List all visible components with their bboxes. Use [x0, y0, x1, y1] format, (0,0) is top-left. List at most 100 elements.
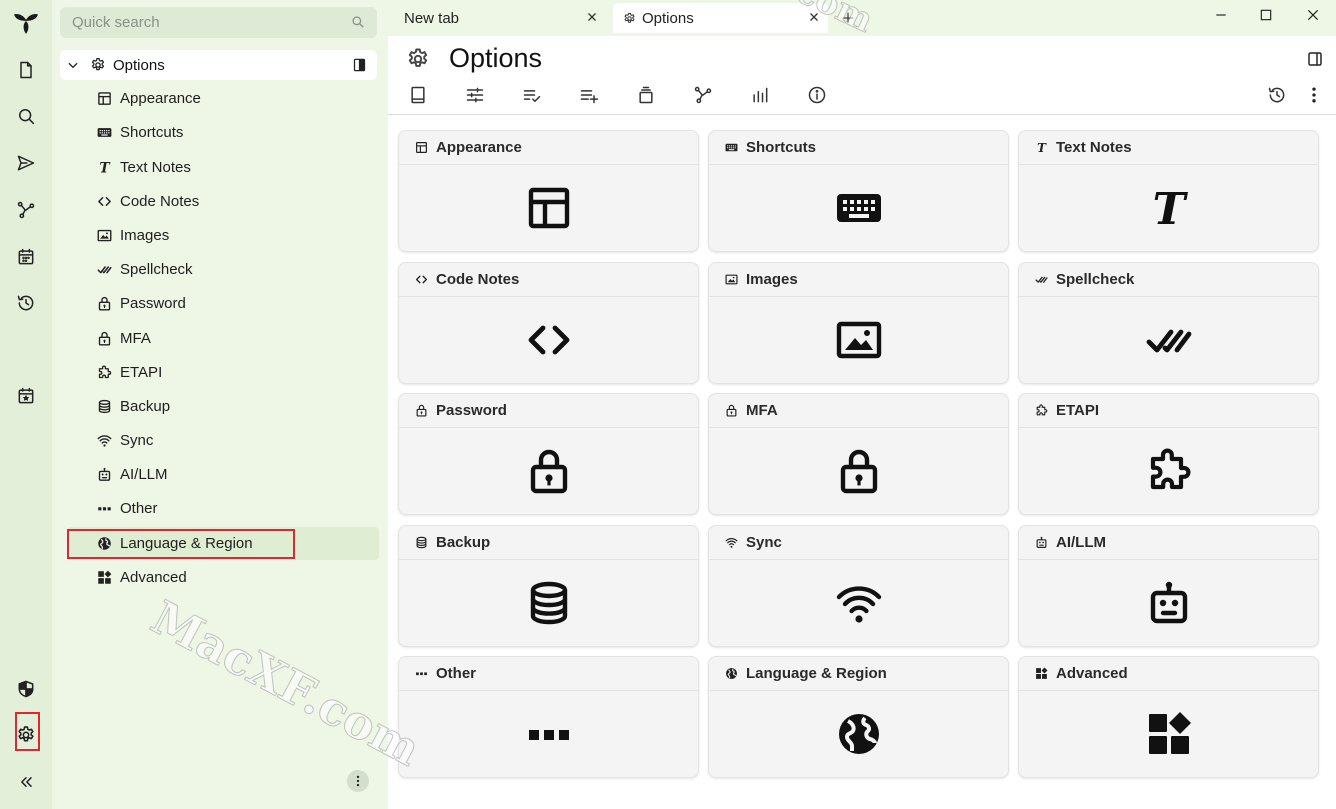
image-icon [724, 273, 738, 287]
app-logo-icon[interactable] [11, 8, 41, 38]
tree-item-label: MFA [120, 329, 151, 347]
note-map-icon[interactable] [11, 195, 41, 225]
tree-item[interactable]: Advanced [96, 564, 187, 590]
database-icon [524, 578, 574, 628]
tree-item[interactable]: MFA [96, 325, 151, 351]
new-note-icon[interactable] [11, 55, 41, 85]
close-tab-icon[interactable] [808, 11, 820, 23]
option-card-header: ETAPI [1019, 394, 1318, 428]
tree-item[interactable]: Spellcheck [96, 256, 193, 282]
history-icon[interactable] [11, 288, 41, 318]
tree-item[interactable]: Images [96, 222, 169, 248]
maximize-icon[interactable] [1259, 8, 1273, 22]
chevron-down-icon[interactable] [66, 58, 80, 72]
option-card-title: Images [746, 271, 798, 288]
list-add-icon[interactable] [578, 84, 600, 106]
option-card[interactable]: Backup [398, 525, 699, 647]
tree-item[interactable]: Other [96, 495, 158, 521]
option-card-header: Other [399, 657, 698, 691]
tree-item[interactable]: Sync [96, 427, 153, 453]
tree-item[interactable]: Backup [96, 393, 170, 419]
page-gear-icon [406, 47, 430, 71]
settings-highlight [15, 712, 40, 751]
book-icon[interactable] [407, 84, 429, 106]
more-options-icon[interactable] [1303, 84, 1325, 106]
revision-history-icon[interactable] [1266, 84, 1288, 106]
close-window-icon[interactable] [1306, 8, 1320, 22]
sliders-icon[interactable] [464, 84, 486, 106]
option-card[interactable]: MFA [708, 393, 1009, 515]
widgets-icon [1144, 709, 1194, 759]
today-icon[interactable] [11, 381, 41, 411]
option-card[interactable]: Sync [708, 525, 1009, 647]
tree-root-label: Options [113, 56, 165, 74]
tree-item-label: ETAPI [120, 363, 163, 381]
archive-icon[interactable] [635, 84, 657, 106]
tree-item[interactable]: Shortcuts [96, 119, 183, 145]
tree-item[interactable]: AI/LLM [96, 461, 168, 487]
option-card[interactable]: Password [398, 393, 699, 515]
option-card[interactable]: AI/LLM [1018, 525, 1319, 647]
bar-chart-icon[interactable] [749, 84, 771, 106]
search-icon[interactable] [11, 101, 41, 131]
lock-icon [834, 446, 884, 496]
option-card[interactable]: Shortcuts [708, 130, 1009, 252]
option-card[interactable]: Code Notes [398, 262, 699, 384]
option-card[interactable]: Images [708, 262, 1009, 384]
tree-item-label: Advanced [120, 568, 187, 586]
graph-icon[interactable] [692, 84, 714, 106]
close-tab-icon[interactable] [586, 11, 598, 23]
collapse-sidebar-icon[interactable] [11, 767, 41, 797]
tree-item[interactable]: Appearance [96, 85, 201, 111]
option-card-title: Language & Region [746, 665, 887, 682]
text-icon [96, 159, 112, 175]
option-card-header: Password [399, 394, 698, 428]
option-card[interactable]: Advanced [1018, 656, 1319, 778]
option-card[interactable]: Spellcheck [1018, 262, 1319, 384]
option-card[interactable]: Other [398, 656, 699, 778]
tree-item[interactable]: Code Notes [96, 188, 199, 214]
puzzle-icon [96, 364, 112, 380]
lock-icon [96, 295, 112, 311]
option-card-title: Code Notes [436, 271, 520, 288]
puzzle-icon [1034, 404, 1048, 418]
option-card[interactable]: Appearance [398, 130, 699, 252]
quick-search-input[interactable]: Quick search [60, 7, 377, 38]
keyboard-icon [96, 124, 112, 140]
info-icon[interactable] [806, 84, 828, 106]
send-icon[interactable] [11, 148, 41, 178]
tree-item-label: Sync [120, 431, 154, 449]
minimize-icon[interactable] [1214, 8, 1228, 22]
tree-item-label: Spellcheck [120, 260, 193, 278]
option-card-title: Shortcuts [746, 139, 817, 156]
tab-options[interactable]: Options [613, 3, 828, 33]
robot-icon [1034, 536, 1048, 550]
shield-icon[interactable] [11, 674, 41, 704]
search-icon [352, 16, 364, 28]
tree-item[interactable]: Password [96, 290, 186, 316]
option-card[interactable]: Language & Region [708, 656, 1009, 778]
book-icon[interactable] [352, 57, 367, 73]
tab-label: Options [642, 9, 694, 27]
option-card-header: MFA [709, 394, 1008, 428]
tree-item[interactable]: Text Notes [96, 154, 191, 180]
calendar-icon[interactable] [11, 242, 41, 272]
tab-new-tab[interactable]: New tab [396, 3, 606, 33]
tree-item[interactable]: ETAPI [96, 359, 162, 385]
tree-root-options[interactable]: Options [60, 50, 377, 80]
option-card[interactable]: Text Notes [1018, 130, 1319, 252]
layout-icon [524, 183, 574, 233]
list-check-icon[interactable] [521, 84, 543, 106]
right-panel-toggle-icon[interactable] [1307, 51, 1323, 67]
option-card-header: Language & Region [709, 657, 1008, 691]
option-card-header: Sync [709, 526, 1008, 560]
toolbar-divider [388, 114, 1336, 115]
code-icon [524, 315, 574, 365]
option-card-title: Spellcheck [1056, 271, 1135, 288]
new-tab-plus-icon[interactable] [841, 11, 855, 25]
tree-menu-button[interactable] [347, 770, 369, 792]
wifi-icon [834, 578, 884, 628]
option-card[interactable]: ETAPI [1018, 393, 1319, 515]
code-icon [414, 273, 428, 287]
option-card-header: Images [709, 263, 1008, 297]
